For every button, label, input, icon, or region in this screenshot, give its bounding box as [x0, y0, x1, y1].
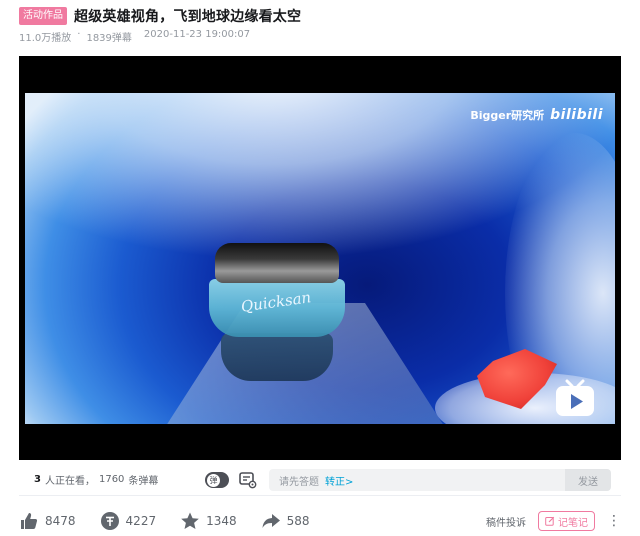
coin-button[interactable]: 4227	[100, 511, 157, 531]
viewer-info: 3 人正在看， 1760 条弹幕	[34, 472, 158, 487]
danmaku-bar: 3 人正在看， 1760 条弹幕 弹 请先答题 转正> 发送	[19, 464, 621, 496]
share-button[interactable]: 588	[261, 511, 310, 531]
bilibili-logo: bilibili	[550, 107, 603, 123]
send-danmaku-button[interactable]: 发送	[565, 469, 611, 491]
danmaku-toggle[interactable]: 弹	[205, 472, 229, 488]
watching-label: 人正在看，	[44, 476, 95, 487]
coin-icon	[100, 512, 119, 530]
coin-count: 4227	[125, 514, 157, 528]
become-member-link[interactable]: 转正>	[325, 473, 353, 488]
note-edit-icon	[545, 516, 555, 526]
like-button[interactable]: 8478	[19, 511, 76, 531]
report-link[interactable]: 稿件投诉	[486, 514, 526, 529]
watermark-channel: Bigger研究所	[470, 109, 545, 122]
danmaku-input[interactable]: 请先答题 转正>	[269, 469, 565, 491]
share-count: 588	[286, 514, 310, 528]
favorite-count: 1348	[206, 514, 237, 528]
danmaku-toggle-knob: 弹	[207, 473, 220, 487]
thumbs-up-icon	[21, 513, 38, 529]
star-icon	[181, 512, 199, 529]
video-title: 超级英雄视角，飞到地球边缘看太空	[74, 9, 302, 25]
danmaku-count: 1839弹幕	[86, 33, 132, 44]
jar-lid	[215, 243, 339, 283]
take-note-label: 记笔记	[558, 517, 588, 529]
danmaku-total: 1760	[98, 474, 125, 485]
right-tools: 稿件投诉 记笔记 ⋮	[486, 511, 621, 531]
video-meta: 11.0万播放 · 1839弹幕 2020-11-23 19:00:07	[19, 29, 250, 44]
jar-base	[221, 333, 333, 381]
action-bar: 8478 4227 1348 588 稿件投诉 记笔记 ⋮	[19, 508, 629, 534]
danmaku-total-label: 条弹幕	[128, 476, 159, 487]
activity-badge[interactable]: 活动作品	[19, 7, 67, 25]
share-arrow-icon	[262, 514, 280, 528]
publish-datetime: 2020-11-23 19:00:07	[143, 29, 251, 40]
danmaku-settings-icon[interactable]	[239, 471, 257, 489]
video-frame[interactable]: Quicksan Bigger研究所 bilibili	[25, 93, 615, 424]
bilibili-tv-icon[interactable]	[553, 378, 597, 418]
take-note-button[interactable]: 记笔记	[538, 511, 595, 531]
watching-count: 3	[34, 474, 41, 485]
more-options-icon[interactable]: ⋮	[607, 514, 621, 528]
video-watermark: Bigger研究所 bilibili	[470, 107, 603, 123]
favorite-button[interactable]: 1348	[180, 511, 237, 531]
meta-separator: ·	[77, 29, 81, 40]
video-player[interactable]: Quicksan Bigger研究所 bilibili	[19, 56, 621, 460]
like-count: 8478	[45, 514, 76, 528]
danmaku-input-placeholder: 请先答题	[279, 476, 319, 488]
video-header: 活动作品 超级英雄视角，飞到地球边缘看太空	[19, 5, 629, 27]
view-count: 11.0万播放	[19, 33, 72, 44]
